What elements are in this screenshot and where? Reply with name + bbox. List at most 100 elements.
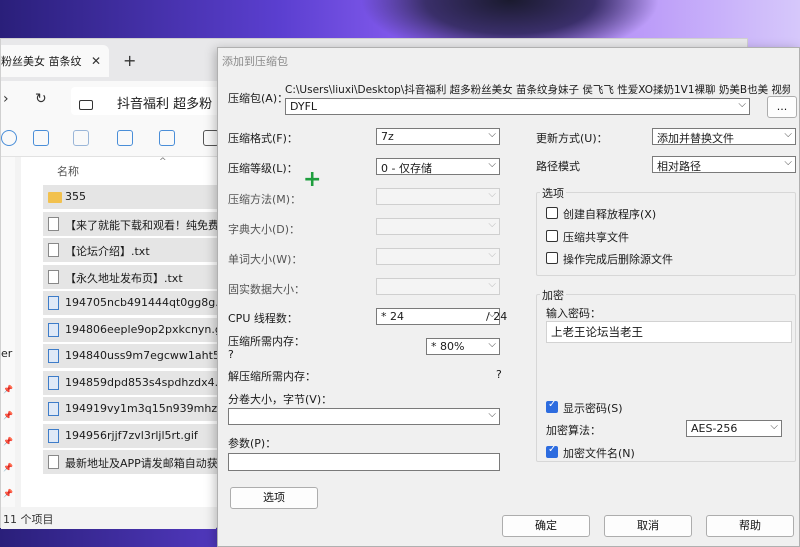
checkbox-box[interactable] (546, 230, 558, 242)
address-text: 抖音福利 超多粉 (117, 97, 213, 112)
explorer-tab-title: 粉丝美女 苗条纹 (1, 55, 82, 68)
chevron-down-icon: ⌵ (784, 157, 792, 168)
checkbox-checked[interactable] (546, 399, 558, 413)
file-row[interactable]: 最新地址及APP请发邮箱自动获取 (43, 450, 243, 474)
pin-icon: 📌 (3, 411, 13, 420)
memory-percent-select[interactable]: * 80% ⌵ (426, 338, 500, 355)
password-input[interactable]: 上老王论坛当老王 (546, 321, 792, 343)
column-header-name[interactable]: 名称 (57, 163, 79, 179)
sidebar-item-label[interactable]: er (1, 347, 12, 360)
file-row[interactable]: 【论坛介绍】.txt (43, 238, 243, 262)
file-row[interactable]: 355 (43, 185, 243, 209)
format-select[interactable]: 7z ⌵ (376, 128, 500, 145)
chevron-down-icon: ⌵ (784, 129, 792, 140)
text-file-icon (48, 216, 59, 231)
paste-icon[interactable] (73, 130, 89, 146)
encryption-method-select[interactable]: AES-256 ⌵ (686, 420, 782, 437)
text-file-icon (48, 455, 59, 469)
crosshair-cursor-icon: + (303, 167, 322, 192)
dialog-title: 添加到压缩包 (222, 55, 288, 68)
cut-icon[interactable] (1, 130, 17, 146)
cpu-threads-select[interactable]: * 24 ⌵ (376, 308, 500, 325)
compress-shared-label: 压缩共享文件 (563, 231, 629, 244)
archive-path-text: C:\Users\liuxi\Desktop\抖音福利 超多粉丝美女 苗条纹身妹… (285, 84, 790, 96)
solid-size-select: ⌵ (376, 278, 500, 295)
file-row[interactable]: 194840uss9m7egcww1aht5.gif (43, 344, 243, 368)
image-file-icon (48, 349, 59, 363)
archive-label: 压缩包(A)： (228, 92, 289, 105)
file-name: 355 (65, 190, 86, 203)
word-size-select: ⌵ (376, 248, 500, 265)
update-mode-label: 更新方式(U)： (536, 132, 608, 145)
chevron-down-icon[interactable]: ⌵ (738, 99, 746, 110)
close-icon[interactable]: ✕ (91, 54, 101, 68)
file-row[interactable]: 194956rjjf7zvl3rljl5rt.gif (43, 423, 243, 448)
dictionary-label: 字典大小(D)： (228, 223, 301, 236)
text-file-icon (48, 269, 59, 284)
archive-name-combo[interactable]: DYFL ⌵ (285, 98, 750, 115)
file-name: 194806eeple9op2pxkcnyn.gif (65, 322, 229, 336)
add-to-archive-dialog: 添加到压缩包 压缩包(A)： C:\Users\liuxi\Desktop\抖音… (217, 47, 800, 547)
chevron-down-icon: ⌵ (488, 249, 496, 260)
ok-button[interactable]: 确定 (502, 515, 590, 537)
options-group-title: 选项 (540, 185, 566, 201)
explorer-sidebar: er 📌 📌 📌 📌 📌 (1, 157, 15, 507)
rename-icon[interactable] (117, 130, 133, 146)
pin-icon: 📌 (3, 463, 13, 472)
path-mode-select[interactable]: 相对路径 ⌵ (652, 156, 796, 173)
cancel-button[interactable]: 取消 (604, 515, 692, 537)
dictionary-select: ⌵ (376, 218, 500, 235)
split-volume-combo[interactable]: ⌵ (228, 408, 500, 425)
checkbox-box[interactable] (546, 252, 558, 264)
chevron-down-icon: ⌵ (770, 421, 778, 432)
folder-icon (48, 192, 62, 203)
file-row[interactable]: 194806eeple9op2pxkcnyn.gif (43, 317, 243, 342)
refresh-icon[interactable]: ↻ (35, 91, 47, 107)
delete-after-checkbox[interactable]: 操作完成后删除源文件 (546, 251, 673, 267)
checkbox-box[interactable] (546, 207, 558, 219)
parameters-input[interactable] (228, 453, 500, 471)
compress-memory-label: 压缩所需内存： (228, 335, 305, 348)
image-file-icon (48, 428, 59, 443)
file-row[interactable]: 【来了就能下载和观看！纯免费！ (43, 211, 243, 236)
text-file-icon (48, 243, 59, 257)
chevron-down-icon: ⌵ (488, 219, 496, 230)
sort-caret-icon: ^ (159, 157, 167, 167)
compress-shared-checkbox[interactable]: 压缩共享文件 (546, 229, 629, 245)
file-name: 最新地址及APP请发邮箱自动获取 (65, 457, 229, 470)
file-row[interactable]: 【永久地址发布页】.txt (43, 264, 243, 289)
update-mode-value: 添加并替换文件 (657, 132, 734, 145)
cpu-threads-value: * 24 (381, 310, 404, 323)
level-select[interactable]: 0 - 仅存储 ⌵ (376, 158, 500, 175)
update-mode-select[interactable]: 添加并替换文件 ⌵ (652, 128, 796, 145)
share-icon[interactable] (159, 130, 175, 146)
memory-percent-value: * 80% (431, 340, 465, 353)
pin-icon: 📌 (3, 437, 13, 446)
compress-memory-value: ? (228, 348, 234, 361)
help-button[interactable]: 帮助 (706, 515, 794, 537)
method-select: ⌵ (376, 188, 500, 205)
archive-name-value: DYFL (290, 100, 318, 113)
file-name: 194840uss9m7egcww1aht5.gif (65, 349, 238, 362)
encryption-method-value: AES-256 (691, 422, 738, 435)
file-row[interactable]: 194859dpd853s4spdhzdx4.gif (43, 370, 243, 395)
file-row[interactable]: 194705ncb491444qt0gg8g.gif (43, 291, 243, 315)
checkbox-checked[interactable] (546, 444, 558, 458)
path-mode-label: 路径模式 (536, 160, 580, 173)
new-tab-button[interactable]: + (123, 51, 136, 70)
show-password-label: 显示密码(S) (563, 402, 623, 415)
encrypt-filenames-checkbox[interactable]: 加密文件名(N) (546, 444, 635, 461)
file-row[interactable]: 194919vy1m3q15n939mhzx.gif (43, 397, 243, 421)
forward-icon[interactable]: › (3, 91, 9, 107)
show-password-checkbox[interactable]: 显示密码(S) (546, 399, 623, 416)
create-sfx-checkbox[interactable]: 创建自释放程序(X) (546, 206, 656, 222)
image-file-icon (48, 296, 59, 310)
file-name: 194859dpd853s4spdhzdx4.gif (65, 375, 233, 389)
options-button[interactable]: 选项 (230, 487, 318, 509)
file-name: 【论坛介绍】.txt (65, 245, 150, 258)
copy-icon[interactable] (33, 130, 49, 146)
browse-button[interactable]: ... (767, 96, 797, 118)
format-label: 压缩格式(F)： (228, 132, 298, 145)
decompress-memory-value: ? (496, 368, 502, 381)
decompress-memory-label: 解压缩所需内存： (228, 370, 316, 383)
